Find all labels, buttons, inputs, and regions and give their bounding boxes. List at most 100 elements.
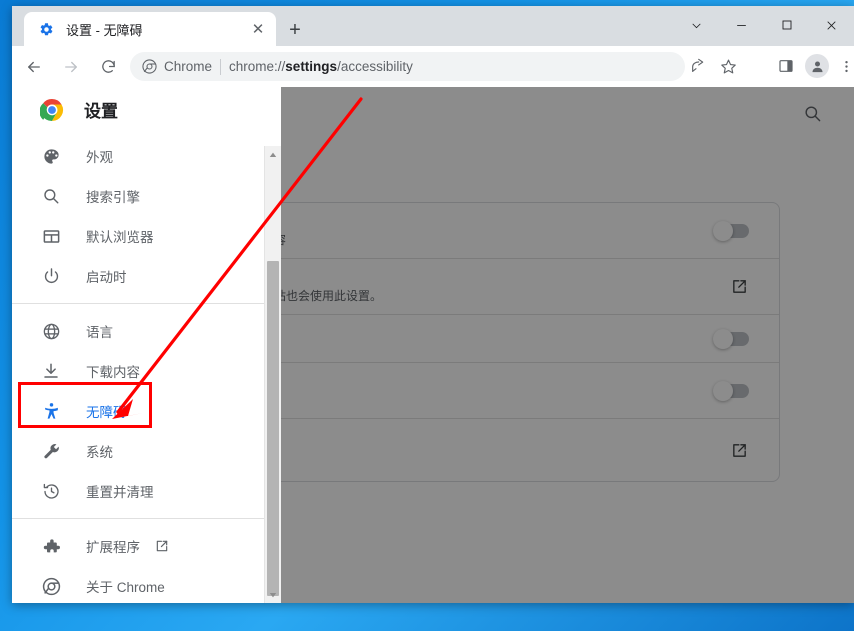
page-title: 设置 — [84, 102, 118, 121]
accessibility-icon — [40, 400, 62, 422]
sidebar-item-label: 系统 — [86, 445, 113, 460]
row-text-block: 使用文本光标浏览页面 如要开启或关闭浏览模式，请使用快捷键 F7 — [281, 372, 715, 409]
sidebar-item-system[interactable]: 系统 — [12, 431, 264, 471]
palette-icon — [40, 145, 62, 167]
download-icon — [40, 360, 62, 382]
omnibox-scheme-label: Chrome — [164, 59, 213, 74]
tab-title: 设置 - 无障碍 — [66, 22, 143, 38]
sidebar-item-appearance[interactable]: 外观 — [12, 136, 264, 176]
bookmark-star-icon[interactable] — [714, 52, 742, 80]
settings-row[interactable]: 显示快速答案 当您选中某个字词或短语时，快速搜索该内容 — [281, 203, 779, 259]
sidebar-divider — [12, 518, 264, 519]
row-title: 使用文本光标浏览页面 — [281, 372, 695, 390]
restore-history-icon — [40, 480, 62, 502]
sidebar-item-about-chrome[interactable]: 关于 Chrome — [12, 566, 264, 603]
sidebar-item-label: 下载内容 — [86, 365, 140, 380]
gear-icon — [38, 21, 54, 37]
sidebar-item-label: 启动时 — [86, 270, 127, 285]
back-button[interactable] — [19, 52, 49, 82]
close-tab-icon[interactable]: ✕ — [246, 17, 270, 41]
side-panel-icon[interactable] — [772, 52, 800, 80]
toggle-switch[interactable] — [713, 380, 749, 401]
minimize-button[interactable] — [719, 6, 764, 44]
sidebar-item-label: 扩展程序 — [86, 540, 140, 555]
maximize-button[interactable] — [764, 6, 809, 44]
sidebar-item-downloads[interactable]: 下载内容 — [12, 351, 264, 391]
sidebar-item-default-browser[interactable]: 默认浏览器 — [12, 216, 264, 256]
sidebar-item-label: 语言 — [86, 325, 113, 340]
toggle-switch[interactable] — [713, 328, 749, 349]
tab-search-button[interactable] — [674, 6, 719, 44]
row-subtitle: 如要开启或关闭浏览模式，请使用快捷键 F7 — [281, 392, 695, 409]
globe-icon — [40, 320, 62, 342]
row-text-block: 显示快速答案 当您选中某个字词或短语时，快速搜索该内容 — [281, 212, 715, 249]
scroll-up-arrow-icon[interactable] — [265, 146, 281, 163]
close-button[interactable] — [809, 6, 854, 44]
power-icon — [40, 265, 62, 287]
external-link-icon[interactable] — [729, 440, 749, 460]
omnibox-url-text: chrome://settings/accessibility — [229, 59, 413, 74]
sidebar-item-reset-cleanup[interactable]: 重置并清理 — [12, 471, 264, 511]
toggle-switch[interactable] — [713, 220, 749, 241]
page-viewport: 显示快速答案 当您选中某个字词或短语时，快速搜索该内容 为网页内容添加辅助功能 … — [12, 87, 854, 603]
settings-row[interactable]: 使用文本光标浏览页面 如要开启或关闭浏览模式，请使用快捷键 F7 — [281, 363, 779, 419]
sidebar-item-search-engine[interactable]: 搜索引擎 — [12, 176, 264, 216]
sidebar-item-label: 外观 — [86, 150, 113, 165]
search-icon — [40, 185, 62, 207]
sidebar-item-extensions[interactable]: 扩展程序 — [12, 526, 264, 566]
sidebar-scroll-area: 外观 搜索引擎 默认浏览器 启动时 语言 下载内容 无障碍 系统 重置并清理 扩… — [12, 132, 264, 603]
address-bar[interactable]: Chrome chrome://settings/accessibility — [130, 52, 685, 81]
omnibox-divider — [220, 58, 222, 75]
row-text-block: 为网页内容添加辅助功能 在此设置文字的大小和样式。部分应用和网站也会使用此设置。 — [281, 268, 729, 305]
three-dot-menu-icon[interactable] — [832, 52, 854, 80]
sidebar-item-accessibility[interactable]: 无障碍 — [12, 391, 264, 431]
settings-content-area: 显示快速答案 当您选中某个字词或短语时，快速搜索该内容 为网页内容添加辅助功能 … — [281, 87, 854, 603]
settings-row[interactable]: 在 Chrome 网上应用店中添加无障碍功能 — [281, 419, 779, 481]
sidebar-item-label: 无障碍 — [86, 405, 127, 420]
browser-window-icon — [40, 225, 62, 247]
share-icon[interactable] — [684, 52, 712, 80]
vertical-scrollbar[interactable] — [264, 146, 281, 603]
url-bold-segment: settings — [285, 59, 338, 74]
external-link-icon[interactable] — [154, 539, 169, 554]
sidebar-nav-list: 外观 搜索引擎 默认浏览器 启动时 语言 下载内容 无障碍 系统 重置并清理 扩… — [12, 132, 264, 603]
reload-button[interactable] — [93, 52, 123, 82]
chrome-browser-window: 设置 - 无障碍 ✕ + Chrome chrome://settings/ac… — [12, 6, 854, 603]
chrome-outline-icon — [40, 575, 62, 597]
sidebar-item-label: 关于 Chrome — [86, 580, 165, 595]
sidebar-item-label: 重置并清理 — [86, 485, 154, 500]
chrome-logo-icon — [39, 98, 64, 122]
wrench-icon — [40, 440, 62, 462]
search-icon[interactable] — [800, 101, 824, 125]
profile-avatar[interactable] — [805, 54, 829, 78]
browser-tab[interactable]: 设置 - 无障碍 ✕ — [24, 12, 276, 46]
accessibility-settings-card: 显示快速答案 当您选中某个字词或短语时，快速搜索该内容 为网页内容添加辅助功能 … — [281, 202, 780, 482]
sidebar-item-label: 默认浏览器 — [86, 230, 154, 245]
row-title: 在 Chrome 网上应用店中添加无障碍功能 — [281, 441, 709, 459]
settings-row[interactable]: 使用系统标题栏和边框 — [281, 315, 779, 363]
scroll-down-arrow-icon[interactable] — [265, 586, 281, 603]
settings-header: 设置 — [12, 87, 264, 132]
forward-button — [56, 52, 86, 82]
puzzle-piece-icon — [40, 535, 62, 557]
sidebar-item-languages[interactable]: 语言 — [12, 311, 264, 351]
sidebar-divider — [12, 303, 264, 304]
row-subtitle: 在此设置文字的大小和样式。部分应用和网站也会使用此设置。 — [281, 289, 383, 303]
tab-strip: 设置 - 无障碍 ✕ + — [12, 6, 854, 46]
desktop-background: 设置 - 无障碍 ✕ + Chrome chrome://settings/ac… — [0, 0, 854, 631]
scrollbar-thumb[interactable] — [267, 261, 279, 596]
window-controls — [674, 6, 854, 44]
row-title: 使用系统标题栏和边框 — [281, 330, 695, 348]
row-subtitle: 当您选中某个字词或短语时，快速搜索该内容 — [281, 232, 695, 249]
url-suffix: /accessibility — [337, 59, 413, 74]
chrome-logo-icon — [141, 59, 157, 75]
new-tab-button[interactable]: + — [282, 17, 308, 43]
external-link-icon[interactable] — [729, 277, 749, 297]
browser-toolbar: Chrome chrome://settings/accessibility — [12, 46, 854, 88]
sidebar-item-label: 搜索引擎 — [86, 190, 140, 205]
url-prefix: chrome:// — [229, 59, 286, 74]
sidebar-item-on-startup[interactable]: 启动时 — [12, 256, 264, 296]
settings-row[interactable]: 为网页内容添加辅助功能 在此设置文字的大小和样式。部分应用和网站也会使用此设置。 — [281, 259, 779, 315]
row-title: 显示快速答案 — [281, 212, 695, 230]
row-title: 为网页内容添加辅助功能 — [281, 268, 709, 286]
